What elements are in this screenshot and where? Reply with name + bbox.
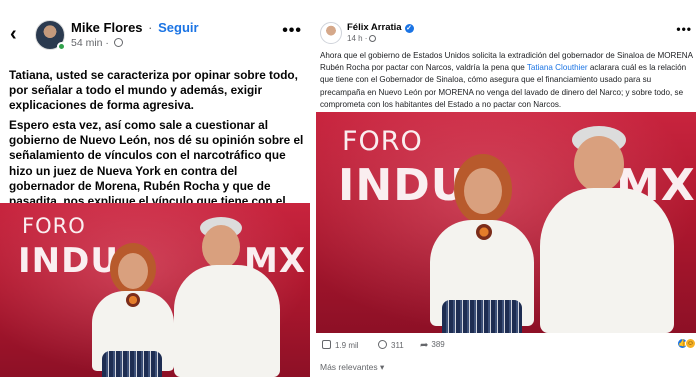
author-row: Mike Flores · Seguir	[71, 20, 199, 35]
globe-icon	[369, 35, 377, 42]
post-header: ‹ Mike Flores · Seguir 54 min · •••	[0, 16, 310, 56]
separator: ·	[148, 20, 153, 35]
post-text: Ahora que el gobierno de Estados Unidos …	[320, 50, 696, 111]
thumbs-up-icon	[322, 340, 331, 349]
right-post: Félix Arratia ✓ 14 h · ••• Ahora que el g…	[314, 0, 696, 377]
comment-sort-dropdown[interactable]: Más relevantes ▾	[320, 362, 384, 373]
author-name[interactable]: Mike Flores	[71, 20, 143, 35]
sort-label: Más relevantes	[320, 362, 378, 372]
share-icon: ➦	[420, 340, 429, 351]
online-status-icon	[57, 42, 66, 51]
author-row: Félix Arratia ✓	[347, 22, 414, 33]
verified-badge-icon: ✓	[404, 24, 414, 33]
more-horizontal-icon[interactable]: •••	[282, 22, 302, 40]
post-photo[interactable]: FORO INDUS MX	[316, 112, 696, 333]
person-man	[168, 217, 288, 377]
more-horizontal-icon[interactable]: •••	[676, 22, 692, 36]
person-woman	[420, 154, 542, 333]
engagement-bar: 1.9 mil 311 ➦ 389 👍☺	[320, 338, 696, 354]
post-meta: 14 h ·	[347, 34, 377, 43]
post-time[interactable]: 14 h ·	[347, 34, 367, 43]
post-paragraph-1: Tatiana, usted se caracteriza por opinar…	[9, 68, 298, 113]
chevron-down-icon: ▾	[380, 362, 385, 372]
logo-foro-text: FORO	[22, 214, 86, 238]
chevron-left-icon[interactable]: ‹	[10, 24, 17, 44]
left-post: ‹ Mike Flores · Seguir 54 min · ••• Tati…	[0, 0, 310, 377]
post-photo[interactable]: FORO INDUS MX	[0, 203, 310, 377]
like-count[interactable]: 1.9 mil	[322, 340, 359, 350]
reaction-badges[interactable]: 👍☺	[677, 338, 696, 349]
post-meta: 54 min ·	[71, 37, 123, 49]
post-time[interactable]: 54 min ·	[71, 37, 109, 49]
share-count[interactable]: ➦ 389	[420, 340, 445, 351]
follow-button[interactable]: Seguir	[158, 20, 198, 35]
avatar[interactable]	[320, 22, 342, 44]
person-woman	[84, 239, 178, 377]
logo-foro-text: FORO	[342, 126, 423, 157]
person-man	[532, 126, 682, 333]
author-name[interactable]: Félix Arratia	[347, 22, 402, 33]
haha-reaction-icon: ☺	[685, 338, 696, 349]
comment-icon	[378, 340, 387, 349]
comment-count[interactable]: 311	[378, 340, 404, 350]
globe-icon	[113, 38, 123, 47]
mention-link[interactable]: Tatiana Clouthier	[527, 63, 588, 72]
